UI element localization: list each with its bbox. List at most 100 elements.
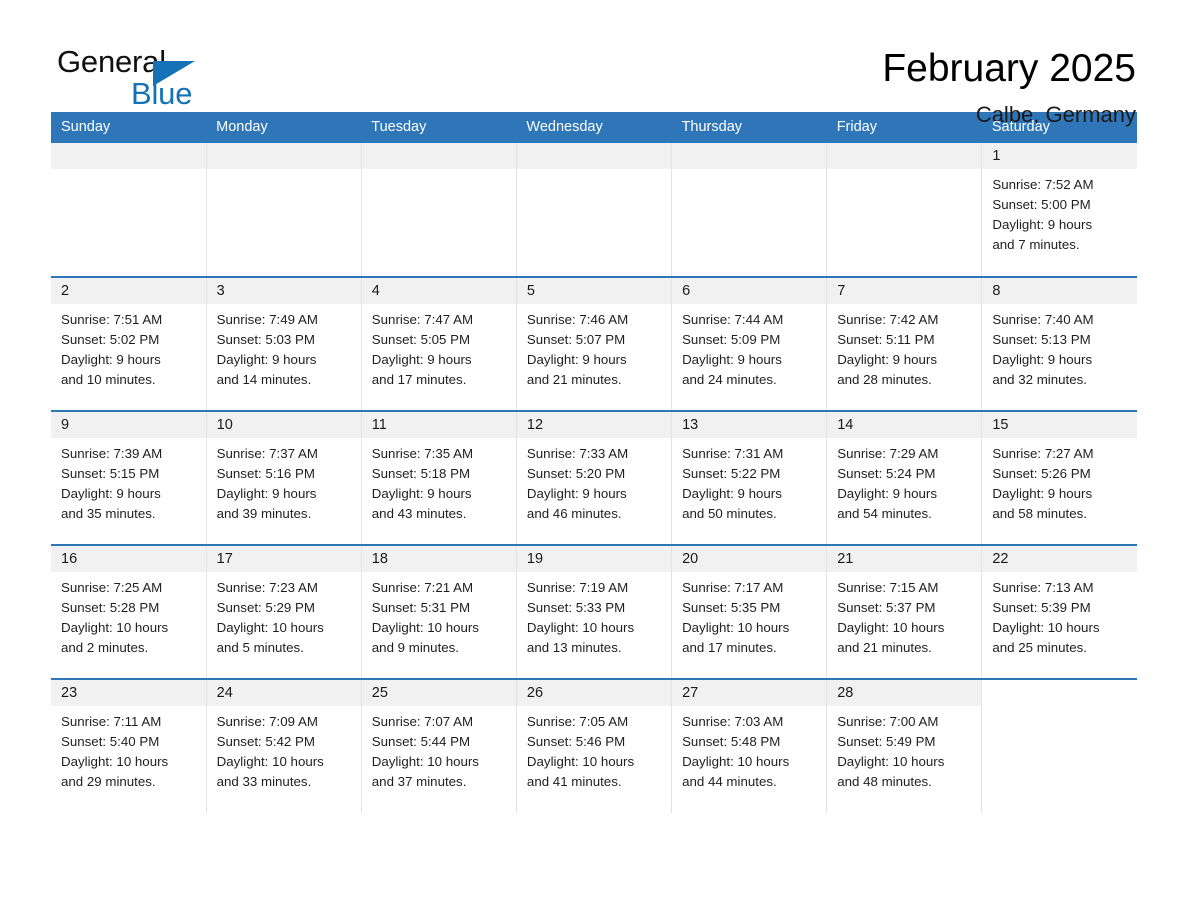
- day-number: 3: [206, 278, 361, 304]
- day-detail-line: and 9 minutes.: [371, 640, 460, 655]
- day-cell[interactable]: 2 Sunrise: 7:51 AM Sunset: 5:02 PM Daylight…: [51, 276, 207, 411]
- day-cell[interactable]: 5 Sunrise: 7:46 AM Sunset: 5:07 PM Daylight…: [516, 276, 673, 411]
- day-detail-line: Daylight: 10 hours: [371, 754, 479, 769]
- day-detail-line: Sunrise: 7:11 AM: [61, 714, 162, 729]
- day-number: 1: [982, 143, 1137, 169]
- day-cell[interactable]: 25 Sunrise: 7:07 AM Sunset: 5:44 PM Dayligh…: [361, 678, 517, 813]
- day-cell[interactable]: 17 Sunrise: 7:23 AM Sunset: 5:29 PM Dayligh…: [206, 544, 362, 679]
- day-number: [51, 143, 206, 169]
- day-cell[interactable]: 18 Sunrise: 7:21 AM Sunset: 5:31 PM Dayligh…: [361, 544, 517, 679]
- day-detail-line: Daylight: 9 hours: [526, 486, 627, 501]
- general-blue-logo[interactable]: General Blue: [57, 46, 207, 116]
- day-cell-details: Sunrise: 7:19 AM Sunset: 5:33 PM Daylight:…: [517, 572, 671, 658]
- day-cell-details: Sunrise: 7:33 AM Sunset: 5:20 PM Daylight:…: [517, 438, 671, 524]
- day-cell-details: Sunrise: 7:13 AM Sunset: 5:39 PM Daylight:…: [982, 572, 1137, 658]
- day-detail-line: Sunrise: 7:05 AM: [526, 714, 629, 729]
- day-number: 20: [672, 546, 827, 572]
- day-cell[interactable]: 21 Sunrise: 7:15 AM Sunset: 5:37 PM Dayligh…: [826, 544, 983, 679]
- day-cell[interactable]: 26 Sunrise: 7:05 AM Sunset: 5:46 PM Dayligh…: [516, 678, 673, 813]
- day-detail-line: Sunset: 5:29 PM: [216, 600, 315, 615]
- day-cell[interactable]: 24 Sunrise: 7:09 AM Sunset: 5:42 PM Dayligh…: [206, 678, 362, 813]
- day-number: 12: [516, 412, 672, 438]
- day-cell-details: Sunrise: 7:00 AM Sunset: 5:49 PM Daylight:…: [827, 706, 981, 792]
- day-cell-empty: [671, 143, 828, 277]
- day-cell[interactable]: 1 Sunrise: 7:52 AM Sunset: 5:00 PM Daylight…: [981, 143, 1137, 277]
- day-cell[interactable]: 20 Sunrise: 7:17 AM Sunset: 5:35 PM Dayligh…: [671, 544, 828, 679]
- day-cell[interactable]: 16 Sunrise: 7:25 AM Sunset: 5:28 PM Dayligh…: [51, 544, 207, 679]
- day-detail-line: and 50 minutes.: [682, 506, 777, 521]
- day-detail-line: Daylight: 9 hours: [682, 486, 782, 501]
- day-cell[interactable]: 28 Sunrise: 7:00 AM Sunset: 5:49 PM Dayligh…: [826, 678, 983, 813]
- day-cell[interactable]: 10 Sunrise: 7:37 AM Sunset: 5:16 PM Dayligh…: [206, 410, 362, 545]
- calendar-week-row: 9 Sunrise: 7:39 AM Sunset: 5:15 PM Daylight…: [51, 410, 1137, 545]
- day-number: [361, 143, 516, 169]
- page-title: February 2025: [882, 47, 1136, 90]
- day-number: 27: [672, 680, 827, 706]
- day-detail-line: Sunset: 5:09 PM: [682, 332, 781, 347]
- day-cell-details: Sunrise: 7:11 AM Sunset: 5:40 PM Daylight:…: [51, 706, 206, 792]
- day-detail-line: and 39 minutes.: [216, 506, 312, 521]
- day-detail-line: Sunrise: 7:37 AM: [216, 446, 318, 461]
- calendar-body: 1 Sunrise: 7:52 AM Sunset: 5:00 PM Daylight…: [51, 143, 1137, 813]
- day-detail-line: Sunset: 5:48 PM: [682, 734, 781, 749]
- day-cell[interactable]: 15 Sunrise: 7:27 AM Sunset: 5:26 PM Dayligh…: [981, 410, 1137, 545]
- day-detail-line: Sunrise: 7:07 AM: [371, 714, 474, 729]
- day-detail-line: Daylight: 9 hours: [526, 352, 627, 367]
- day-detail-line: Daylight: 10 hours: [682, 620, 790, 635]
- calendar-week-row: 23 Sunrise: 7:11 AM Sunset: 5:40 PM Dayligh…: [51, 678, 1137, 813]
- day-cell-empty: [981, 678, 1137, 813]
- day-number: 6: [672, 278, 827, 304]
- day-number: 2: [51, 278, 206, 304]
- day-detail-line: Daylight: 9 hours: [371, 486, 472, 501]
- day-cell-details: Sunrise: 7:44 AM Sunset: 5:09 PM Daylight:…: [672, 304, 826, 390]
- day-cell[interactable]: 6 Sunrise: 7:44 AM Sunset: 5:09 PM Daylight…: [671, 276, 828, 411]
- day-cell-details: [207, 169, 361, 175]
- day-cell[interactable]: 11 Sunrise: 7:35 AM Sunset: 5:18 PM Dayligh…: [361, 410, 517, 545]
- day-cell[interactable]: 3 Sunrise: 7:49 AM Sunset: 5:03 PM Daylight…: [206, 276, 362, 411]
- day-cell-details: Sunrise: 7:39 AM Sunset: 5:15 PM Daylight:…: [51, 438, 206, 524]
- day-detail-line: and 10 minutes.: [61, 372, 156, 387]
- day-cell-details: [827, 169, 981, 175]
- day-detail-line: Daylight: 9 hours: [992, 217, 1093, 232]
- day-detail-line: Daylight: 9 hours: [992, 486, 1093, 501]
- day-cell-details: Sunrise: 7:09 AM Sunset: 5:42 PM Daylight:…: [207, 706, 361, 792]
- day-cell[interactable]: 8 Sunrise: 7:40 AM Sunset: 5:13 PM Daylight…: [981, 276, 1137, 411]
- day-detail-line: and 44 minutes.: [682, 774, 777, 789]
- day-cell-details: [362, 169, 516, 175]
- day-detail-line: and 43 minutes.: [371, 506, 467, 521]
- day-cell[interactable]: 27 Sunrise: 7:03 AM Sunset: 5:48 PM Dayligh…: [671, 678, 828, 813]
- day-detail-line: Daylight: 9 hours: [371, 352, 472, 367]
- day-detail-line: Sunset: 5:15 PM: [61, 466, 160, 481]
- day-cell-details: Sunrise: 7:42 AM Sunset: 5:11 PM Daylight:…: [827, 304, 981, 390]
- day-detail-line: Sunset: 5:18 PM: [371, 466, 471, 481]
- day-detail-line: Sunrise: 7:35 AM: [371, 446, 474, 461]
- calendar-week-row: 16 Sunrise: 7:25 AM Sunset: 5:28 PM Dayligh…: [51, 544, 1137, 679]
- day-cell[interactable]: 22 Sunrise: 7:13 AM Sunset: 5:39 PM Dayligh…: [981, 544, 1137, 679]
- day-detail-line: Sunset: 5:22 PM: [682, 466, 781, 481]
- day-detail-line: and 25 minutes.: [992, 640, 1087, 655]
- day-detail-line: Sunset: 5:31 PM: [371, 600, 471, 615]
- day-detail-line: and 28 minutes.: [837, 372, 932, 387]
- day-detail-line: Sunset: 5:00 PM: [992, 197, 1091, 212]
- day-detail-line: and 41 minutes.: [526, 774, 622, 789]
- day-cell[interactable]: 19 Sunrise: 7:19 AM Sunset: 5:33 PM Dayligh…: [516, 544, 673, 679]
- day-detail-line: Daylight: 9 hours: [216, 486, 317, 501]
- day-detail-line: and 32 minutes.: [992, 372, 1087, 387]
- day-cell[interactable]: 7 Sunrise: 7:42 AM Sunset: 5:11 PM Daylight…: [826, 276, 983, 411]
- day-detail-line: and 24 minutes.: [682, 372, 777, 387]
- day-detail-line: Sunset: 5:33 PM: [526, 600, 626, 615]
- day-cell[interactable]: 13 Sunrise: 7:31 AM Sunset: 5:22 PM Dayligh…: [671, 410, 828, 545]
- day-cell[interactable]: 9 Sunrise: 7:39 AM Sunset: 5:15 PM Daylight…: [51, 410, 207, 545]
- day-cell[interactable]: 14 Sunrise: 7:29 AM Sunset: 5:24 PM Dayligh…: [826, 410, 983, 545]
- day-number: 17: [206, 546, 361, 572]
- day-cell[interactable]: 12 Sunrise: 7:33 AM Sunset: 5:20 PM Dayligh…: [516, 410, 673, 545]
- day-number: [206, 143, 361, 169]
- day-cell-details: Sunrise: 7:17 AM Sunset: 5:35 PM Daylight:…: [672, 572, 826, 658]
- day-cell[interactable]: 23 Sunrise: 7:11 AM Sunset: 5:40 PM Dayligh…: [51, 678, 207, 813]
- day-cell-details: Sunrise: 7:05 AM Sunset: 5:46 PM Daylight:…: [517, 706, 671, 792]
- day-detail-line: Daylight: 10 hours: [682, 754, 790, 769]
- day-cell[interactable]: 4 Sunrise: 7:47 AM Sunset: 5:05 PM Daylight…: [361, 276, 517, 411]
- day-detail-line: Sunrise: 7:15 AM: [837, 580, 939, 595]
- day-detail-line: Sunset: 5:13 PM: [992, 332, 1091, 347]
- day-detail-line: and 54 minutes.: [837, 506, 932, 521]
